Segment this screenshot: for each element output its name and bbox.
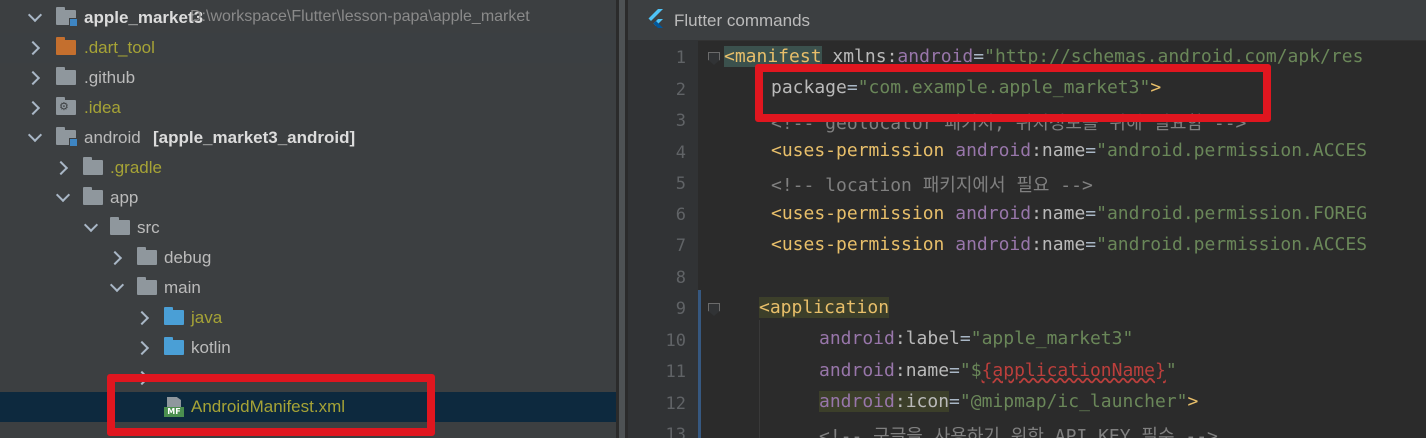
code-line-4: <uses-permission android:name="android.p… bbox=[771, 140, 1368, 161]
code-line-7: <uses-permission android:name="android.p… bbox=[771, 234, 1368, 255]
highlight-box-manifest bbox=[107, 374, 435, 436]
line-number: 4 bbox=[675, 143, 686, 163]
line-number: 12 bbox=[665, 394, 686, 414]
project-tree-panel: apple_market3 D:\workspace\Flutter\lesso… bbox=[0, 0, 616, 438]
code-editor[interactable]: Flutter commands 1 2 3 4 5 6 7 8 9 10 11… bbox=[628, 0, 1426, 438]
code-line-6: <uses-permission android:name="android.p… bbox=[771, 203, 1368, 224]
chevron-right-icon[interactable] bbox=[25, 100, 41, 116]
tree-row-apple-market3[interactable]: apple_market3 D:\workspace\Flutter\lesso… bbox=[0, 3, 616, 33]
chevron-right-icon[interactable] bbox=[134, 310, 150, 326]
tree-label: java bbox=[191, 308, 223, 327]
flutter-commands-bar[interactable]: Flutter commands bbox=[628, 0, 1426, 41]
folder-icon bbox=[83, 157, 103, 175]
chevron-down-icon[interactable] bbox=[83, 217, 99, 233]
chevron-down-icon[interactable] bbox=[55, 187, 71, 203]
line-number: 8 bbox=[675, 268, 686, 288]
tree-row-github[interactable]: .github bbox=[0, 63, 616, 93]
chevron-down-icon[interactable] bbox=[27, 7, 43, 23]
tree-row-kotlin[interactable]: kotlin bbox=[0, 333, 616, 363]
line-number: 6 bbox=[675, 205, 686, 225]
tree-label: apple_market3 bbox=[84, 8, 204, 27]
tree-row-gradle[interactable]: .gradle bbox=[0, 153, 616, 183]
tree-row-android[interactable]: android [apple_market3_android] bbox=[0, 123, 616, 153]
tree-row-dart-tool[interactable]: .dart_tool bbox=[0, 33, 616, 63]
tree-label: src bbox=[137, 218, 160, 237]
line-number: 11 bbox=[665, 362, 686, 382]
code-line-10: android:label="apple_market3" bbox=[819, 328, 1134, 349]
module-folder-icon bbox=[56, 7, 78, 27]
tree-label: debug bbox=[164, 248, 212, 267]
code-line-9: <application bbox=[759, 297, 890, 318]
line-number: 3 bbox=[675, 111, 686, 131]
code-line-12: android:icon="@mipmap/ic_launcher"> bbox=[819, 391, 1199, 412]
folder-icon bbox=[83, 187, 103, 205]
settings-folder-icon: ⚙ bbox=[56, 97, 76, 115]
tree-label: .idea bbox=[84, 98, 121, 117]
highlight-box-package bbox=[755, 64, 1271, 122]
tree-label: .gradle bbox=[110, 158, 162, 177]
tree-row-debug[interactable]: debug bbox=[0, 243, 616, 273]
scrollbar-thumb[interactable] bbox=[619, 0, 625, 438]
chevron-right-icon[interactable] bbox=[53, 160, 69, 176]
tree-label: .dart_tool bbox=[84, 38, 155, 57]
line-number: 2 bbox=[675, 80, 686, 100]
source-folder-icon bbox=[164, 337, 184, 355]
tree-row-main[interactable]: main bbox=[0, 273, 616, 303]
chevron-right-icon[interactable] bbox=[25, 40, 41, 56]
fold-marker-icon[interactable] bbox=[708, 52, 720, 65]
line-number: 9 bbox=[675, 299, 686, 319]
excluded-folder-icon bbox=[56, 37, 76, 55]
line-number: 7 bbox=[675, 236, 686, 256]
code-line-5: <!-- location 패키지에서 필요 --> bbox=[771, 175, 1093, 196]
module-folder-icon bbox=[56, 127, 78, 147]
toolbar-title: Flutter commands bbox=[674, 11, 811, 30]
tree-label: android bbox=[84, 128, 141, 147]
tree-row-idea[interactable]: ⚙ .idea bbox=[0, 93, 616, 123]
code-line-13: <!-- 구글을 사용하기 위한 API KEY 필수 --> bbox=[819, 426, 1218, 438]
folder-icon bbox=[56, 67, 76, 85]
tree-row-java[interactable]: java bbox=[0, 303, 616, 333]
chevron-down-icon[interactable] bbox=[109, 277, 125, 293]
line-number: 13 bbox=[665, 425, 686, 438]
line-number: 1 bbox=[675, 48, 686, 68]
tree-row-app[interactable]: app bbox=[0, 183, 616, 213]
line-gutter: 1 2 3 4 5 6 7 8 9 10 11 12 13 bbox=[628, 40, 698, 438]
source-folder-icon bbox=[164, 307, 184, 325]
flutter-icon bbox=[648, 9, 663, 28]
chevron-right-icon[interactable] bbox=[25, 70, 41, 86]
tree-label: main bbox=[164, 278, 201, 297]
panel-splitter[interactable] bbox=[616, 0, 628, 438]
tree-label: .github bbox=[84, 68, 136, 87]
project-path: D:\workspace\Flutter\lesson-papa\apple_m… bbox=[190, 8, 530, 25]
change-marker bbox=[698, 290, 701, 438]
folder-icon bbox=[137, 277, 157, 295]
tree-label: kotlin bbox=[191, 338, 231, 357]
tree-label: app bbox=[110, 188, 139, 207]
line-number: 10 bbox=[665, 331, 686, 351]
chevron-down-icon[interactable] bbox=[27, 127, 43, 143]
chevron-right-icon[interactable] bbox=[134, 340, 150, 356]
code-line-11: android:name="${applicationName}" bbox=[819, 360, 1177, 381]
folder-icon bbox=[110, 217, 130, 235]
tree-row-src[interactable]: src bbox=[0, 213, 616, 243]
line-number: 5 bbox=[675, 174, 686, 194]
fold-marker-icon[interactable] bbox=[708, 303, 720, 316]
folder-icon bbox=[137, 247, 157, 265]
chevron-right-icon[interactable] bbox=[107, 250, 123, 266]
module-name: [apple_market3_android] bbox=[153, 128, 356, 147]
